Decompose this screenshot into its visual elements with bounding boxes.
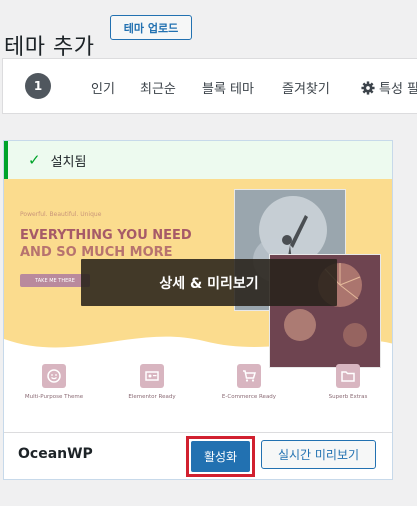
tab-popular[interactable]: 인기: [91, 78, 115, 97]
activate-highlight: 활성화: [186, 436, 255, 477]
id-card-icon: [140, 364, 164, 388]
check-icon: ✓: [28, 151, 41, 169]
theme-card[interactable]: ✓ 설치됨 Powerful. Beautiful. Unique EVERYT…: [3, 140, 393, 480]
theme-card-footer: OceanWP 활성화 실시간 미리보기: [4, 432, 392, 479]
hero-tagline: Powerful. Beautiful. Unique: [20, 211, 102, 218]
tab-favorites[interactable]: 즐겨찾기: [282, 78, 330, 97]
activate-button[interactable]: 활성화: [191, 441, 250, 472]
installed-label: 설치됨: [50, 154, 87, 170]
tab-block-themes[interactable]: 블록 테마: [202, 78, 254, 97]
tab-latest[interactable]: 최근순: [140, 78, 176, 97]
feature-filter-button[interactable]: 특성 필: [361, 78, 417, 97]
folder-icon: [336, 364, 360, 388]
theme-details-overlay[interactable]: 상세 & 미리보기: [81, 259, 337, 306]
page-title: 테마 추가: [4, 34, 95, 60]
installed-notice: ✓ 설치됨: [4, 141, 392, 179]
feature-filter-label: 특성 필: [379, 82, 417, 97]
theme-count-badge: 1: [25, 73, 51, 99]
feature-label: Elementor Ready: [128, 394, 176, 400]
theme-name: OceanWP: [18, 446, 93, 462]
live-preview-button[interactable]: 실시간 미리보기: [261, 440, 376, 469]
smiley-icon: [42, 364, 66, 388]
upload-theme-button[interactable]: 테마 업로드: [110, 15, 192, 40]
hero-headline-line-1: EVERYTHING YOU NEED: [20, 228, 192, 243]
hero-headline: EVERYTHING YOU NEED AND SO MUCH MORE: [20, 227, 192, 261]
feature-label: E-Commerce Ready: [221, 394, 277, 400]
hero-cta-button: TAKE ME THERE: [20, 274, 90, 287]
theme-filter-bar: 1 인기 최근순 블록 테마 즐겨찾기 특성 필: [2, 58, 417, 114]
theme-screenshot[interactable]: Powerful. Beautiful. Unique EVERYTHING Y…: [4, 179, 392, 436]
cart-icon: [237, 364, 261, 388]
gear-icon: [361, 81, 375, 95]
feature-label: Multi-Purpose Theme: [24, 394, 84, 400]
feature-label: Superb Extras: [328, 394, 368, 400]
